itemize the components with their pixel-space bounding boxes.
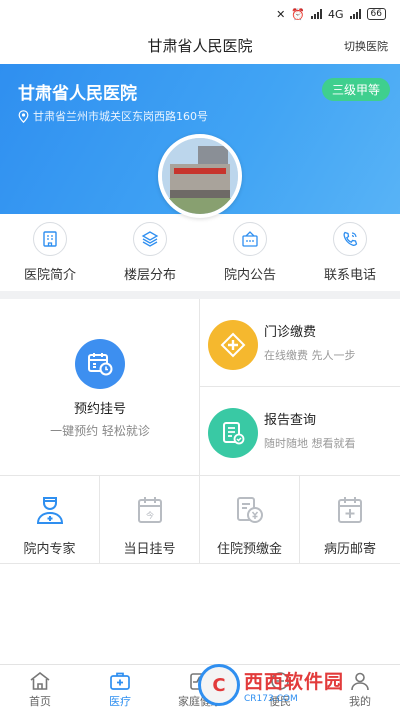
quick-links: 医院简介 楼层分布 院内公告 联系电话: [0, 222, 400, 288]
watermark-logo: C: [198, 664, 240, 706]
tool-label: 住院预缴金: [216, 542, 282, 557]
quick-item-phone[interactable]: 联系电话: [300, 222, 400, 288]
watermark-url: CR173.COM: [244, 693, 298, 704]
status-bar: ✕ ⏰ 4G 66: [0, 0, 400, 28]
section-divider: [0, 291, 400, 299]
phone-icon: [333, 222, 367, 256]
medical-record-icon: [338, 497, 362, 523]
quick-item-announcements[interactable]: 院内公告: [200, 222, 300, 288]
plus-diamond-icon: [208, 320, 258, 370]
quick-label: 联系电话: [323, 268, 376, 283]
network-label: 4G: [328, 7, 344, 21]
tab-label: 首页: [29, 695, 51, 708]
hospital-photo: [158, 134, 242, 218]
grade-badge: 三级甲等: [321, 78, 390, 101]
tools-row: 院内专家 今 当日挂号 住院预缴金 病历邮寄: [0, 476, 400, 564]
site-watermark: C 西西软件园 CR173.COM: [198, 662, 394, 708]
tab-home[interactable]: 首页: [0, 665, 80, 711]
switch-hospital-button[interactable]: 切换医院: [344, 38, 388, 54]
calendar-clock-icon: [75, 339, 125, 389]
doctor-icon: [36, 497, 63, 524]
tab-medical[interactable]: 医疗: [80, 665, 160, 711]
quick-item-hospital-info[interactable]: 医院简介: [0, 222, 100, 288]
tab-label: 医疗: [109, 695, 131, 708]
medical-kit-icon: [110, 672, 130, 690]
tool-today-registration[interactable]: 今 当日挂号: [100, 476, 200, 564]
hospital-info-icon: [33, 222, 67, 256]
appointment-card[interactable]: 预约挂号 一键预约 轻松就诊: [0, 299, 200, 476]
battery-indicator: 66: [366, 8, 386, 20]
mute-icon: ✕: [276, 7, 286, 21]
quick-label: 楼层分布: [123, 268, 176, 283]
tool-record-mailing[interactable]: 病历邮寄: [300, 476, 400, 564]
report-subtitle: 随时随地 想看就看: [264, 437, 356, 450]
report-card[interactable]: 报告查询 随时随地 想看就看: [200, 387, 400, 475]
appointment-title: 预约挂号: [73, 402, 126, 417]
announcement-icon: [233, 222, 267, 256]
appointment-subtitle: 一键预约 轻松就诊: [50, 424, 150, 438]
services-panel: 预约挂号 一键预约 轻松就诊 门诊缴费 在线缴费 先人一步 报告查询 随时随地 …: [0, 299, 400, 476]
payment-title: 门诊缴费: [264, 325, 317, 340]
tool-inpatient-deposit[interactable]: 住院预缴金: [200, 476, 300, 564]
quick-label: 医院简介: [23, 268, 76, 283]
tool-label: 病历邮寄: [323, 542, 376, 557]
hospital-name: 甘肃省人民医院: [18, 84, 137, 104]
payment-card[interactable]: 门诊缴费 在线缴费 先人一步: [200, 299, 400, 387]
tool-experts[interactable]: 院内专家: [0, 476, 100, 564]
alarm-icon: ⏰: [291, 7, 306, 21]
home-icon: [30, 671, 50, 690]
report-icon: [208, 408, 258, 458]
tool-label: 当日挂号: [123, 542, 176, 557]
location-pin-icon: [18, 109, 29, 123]
tool-label: 院内专家: [23, 542, 76, 557]
address-text: 甘肃省兰州市城关区东岗西路160号: [33, 110, 208, 123]
watermark-text: 西西软件园: [244, 670, 345, 693]
report-title: 报告查询: [264, 413, 317, 428]
deposit-icon: [236, 497, 263, 523]
page-title: 甘肃省人民医院: [147, 36, 253, 55]
signal-icon: [311, 9, 323, 19]
layers-icon: [133, 222, 167, 256]
nav-bar: 甘肃省人民医院 切换医院: [0, 28, 400, 62]
today-calendar-icon: 今: [137, 497, 162, 523]
quick-label: 院内公告: [223, 268, 276, 283]
signal-icon-2: [349, 9, 361, 19]
payment-subtitle: 在线缴费 先人一步: [264, 349, 356, 362]
hospital-address: 甘肃省兰州市城关区东岗西路160号: [18, 108, 208, 124]
quick-item-floors[interactable]: 楼层分布: [100, 222, 200, 288]
svg-text:今: 今: [146, 510, 154, 520]
